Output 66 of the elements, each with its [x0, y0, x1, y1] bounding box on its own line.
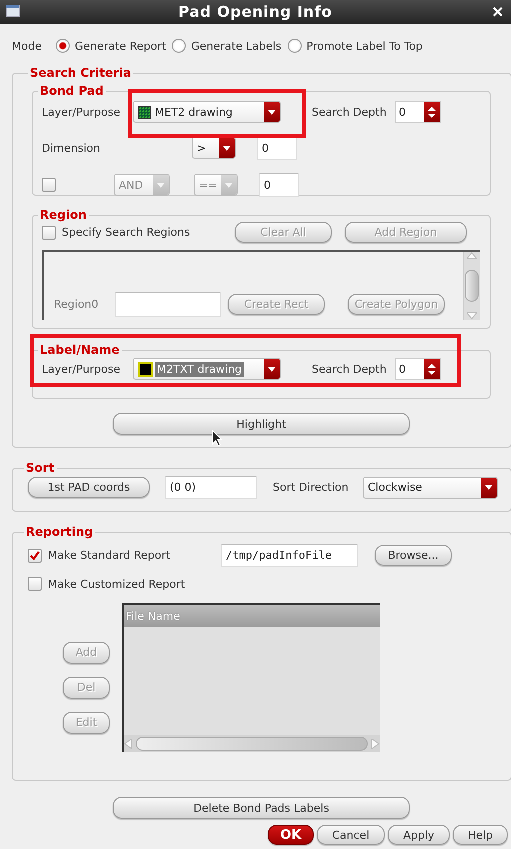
sort-direction-label: Sort Direction	[273, 481, 350, 494]
search-depth-label: Search Depth	[312, 362, 388, 376]
operator-dropdown[interactable]: >	[192, 137, 236, 159]
dropdown-arrow-icon	[268, 366, 276, 372]
checkbox-label: Make Customized Report	[48, 578, 186, 590]
radio-label: Promote Label To Top	[306, 40, 423, 52]
section-title: Region	[39, 208, 88, 222]
search-depth-spinbox[interactable]: 0	[395, 358, 441, 380]
mode-label: Mode	[12, 40, 43, 52]
section-title: Reporting	[25, 525, 94, 539]
radio-label: Generate Report	[75, 40, 166, 52]
scroll-down-icon[interactable]	[467, 312, 477, 320]
window-title: Pad Opening Info	[178, 3, 332, 21]
checkmark-icon	[30, 550, 40, 560]
search-depth-spinbox[interactable]: 0	[395, 101, 441, 123]
dialog-button[interactable]: OK	[268, 825, 314, 845]
sort-direction-dropdown[interactable]: Clockwise	[363, 476, 498, 498]
layer-purpose-label: Layer/Purpose	[42, 362, 122, 376]
window-icon	[6, 5, 20, 17]
checkbox[interactable]	[28, 577, 42, 591]
checkbox-label: Specify Search Regions	[62, 226, 192, 239]
dropdown-arrow-icon	[485, 485, 493, 490]
close-icon[interactable]	[493, 7, 503, 17]
scroll-left-icon[interactable]	[124, 738, 134, 748]
vertical-scrollbar[interactable]	[463, 252, 480, 320]
radio-button[interactable]	[288, 39, 302, 53]
checkbox[interactable]	[42, 178, 56, 192]
search-depth-label: Search Depth	[312, 106, 388, 118]
spin-arrows-icon	[428, 362, 436, 376]
horizontal-scrollbar[interactable]	[124, 735, 380, 752]
layer-purpose-label: Layer/Purpose	[42, 106, 122, 118]
dialog-button[interactable]: Help	[453, 825, 508, 845]
first-pad-coords-button[interactable]: 1st PAD coords	[28, 477, 150, 498]
checkbox[interactable]	[42, 226, 56, 240]
section-title: Search Criteria	[29, 66, 132, 80]
section-title: Bond Pad	[39, 84, 105, 98]
layer-dropdown[interactable]: MET2 drawing	[133, 101, 281, 123]
radio-button[interactable]	[172, 39, 186, 53]
section-title: Sort	[25, 461, 56, 475]
browse-button[interactable]: Browse...	[375, 545, 452, 566]
dropdown-arrow-icon	[157, 182, 165, 188]
dialog-button[interactable]: Apply	[388, 825, 450, 845]
dimension-label: Dimension	[42, 142, 102, 154]
layer-dropdown[interactable]: M2TXT drawing	[133, 358, 281, 380]
radio-button[interactable]	[56, 39, 70, 53]
highlight-button[interactable]: Highlight	[113, 413, 410, 435]
region-label: Region0	[54, 298, 100, 311]
mouse-pointer-icon	[212, 430, 223, 447]
spin-arrows-icon	[428, 106, 436, 118]
dimension-field[interactable]: 0	[257, 136, 297, 160]
delete-labels-button[interactable]: Delete Bond Pads Labels	[113, 797, 410, 819]
scroll-up-icon[interactable]	[467, 252, 477, 260]
checkbox-label: Make Standard Report	[48, 549, 172, 562]
region-field[interactable]	[115, 292, 221, 317]
report-file-field[interactable]: /tmp/padInfoFile	[221, 544, 358, 567]
column-header: File Name	[124, 605, 380, 627]
coords-field[interactable]: (0 0)	[165, 476, 257, 499]
dropdown-arrow-icon	[223, 146, 231, 150]
scroll-right-icon[interactable]	[370, 738, 380, 748]
dialog-button[interactable]: Cancel	[317, 825, 385, 845]
section-title: Label/Name	[39, 343, 121, 357]
condition-field[interactable]: 0	[259, 173, 299, 197]
dropdown-arrow-icon	[268, 110, 276, 114]
radio-label: Generate Labels	[191, 40, 282, 52]
checkbox[interactable]	[28, 548, 42, 562]
dropdown-arrow-icon	[225, 182, 233, 188]
